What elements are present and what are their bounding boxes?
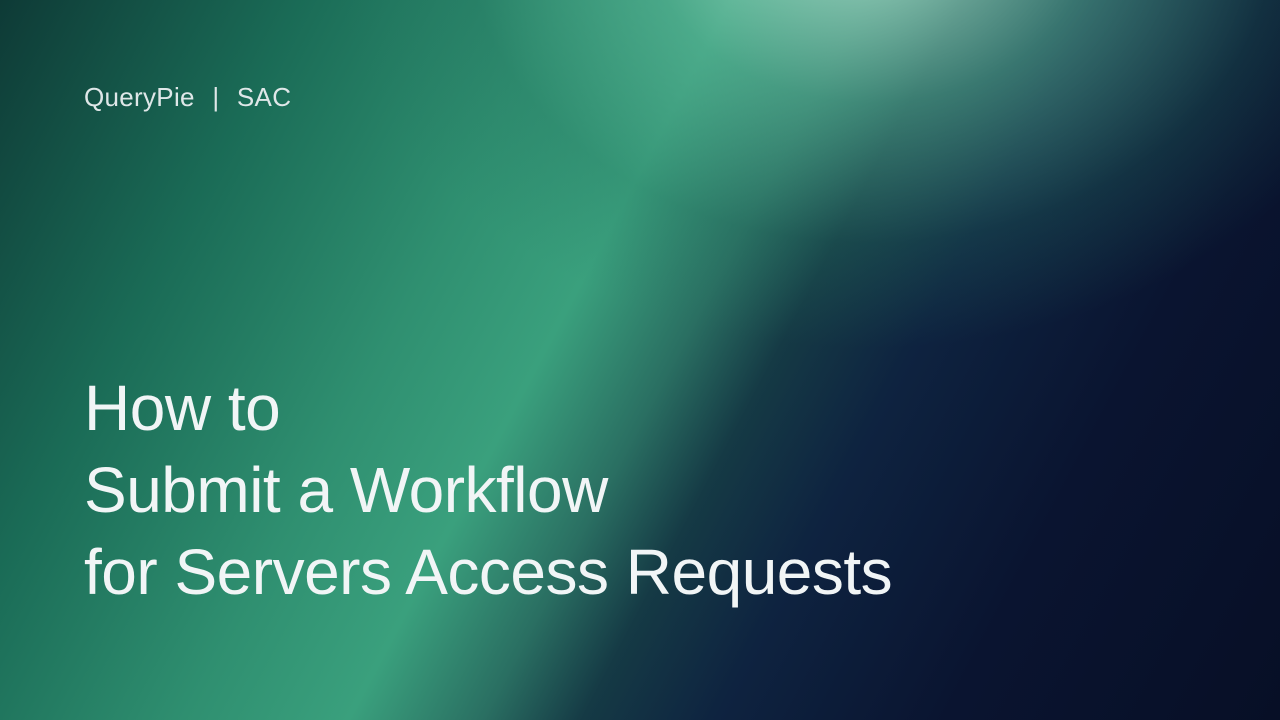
breadcrumb-product: QueryPie [84,82,195,112]
title-slide: QueryPie | SAC How to Submit a Workflow … [0,0,1280,720]
title-line-1: How to [84,368,892,450]
title-line-3: for Servers Access Requests [84,532,892,614]
breadcrumb: QueryPie | SAC [84,82,291,113]
title-line-2: Submit a Workflow [84,450,892,532]
breadcrumb-separator: | [212,82,219,113]
slide-title: How to Submit a Workflow for Servers Acc… [84,368,892,614]
breadcrumb-section: SAC [237,82,291,112]
